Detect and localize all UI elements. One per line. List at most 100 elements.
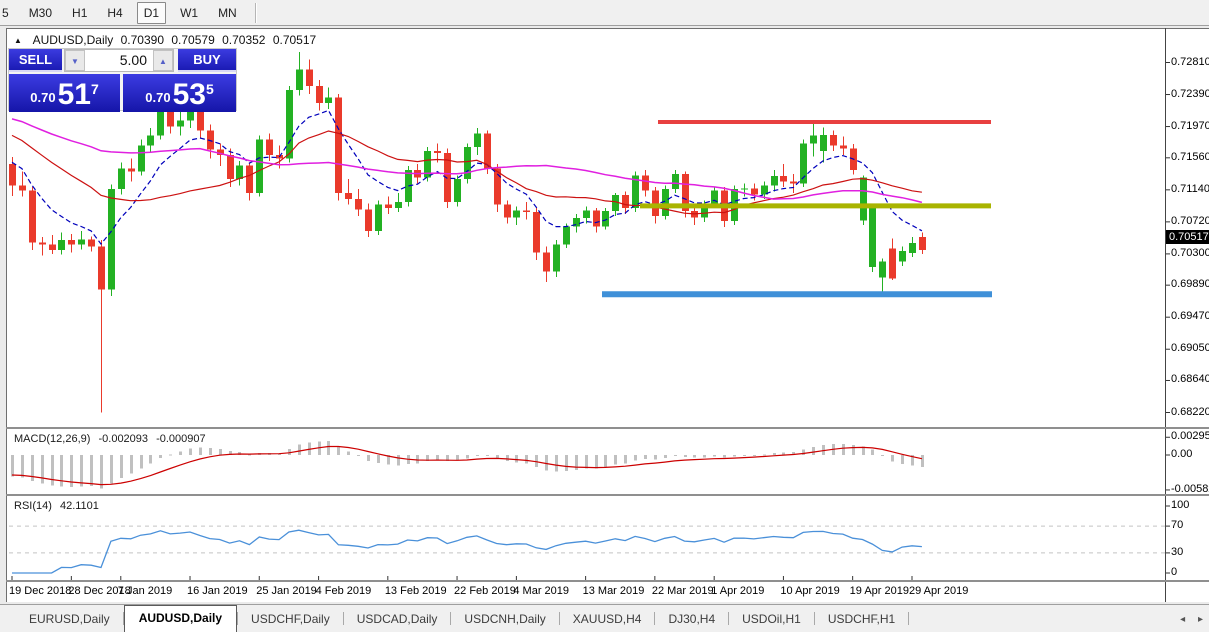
buy-price-sup: 5 <box>206 81 214 97</box>
macd-bar <box>80 455 83 486</box>
rsi-axis-label: 30 <box>1171 546 1183 558</box>
price-axis-label: 0.69470 <box>1171 310 1209 322</box>
candle-body <box>889 249 896 279</box>
candle-body <box>454 179 461 202</box>
macd-bar <box>436 455 439 459</box>
macd-bar <box>585 455 588 469</box>
macd-bar <box>654 455 657 460</box>
time-axis-label: 10 Apr 2019 <box>780 585 839 597</box>
macd-bar <box>535 455 538 467</box>
macd-bar <box>852 445 855 455</box>
chart-title: ▲ AUDUSD,Daily 0.70390 0.70579 0.70352 0… <box>14 33 320 47</box>
candle-body <box>879 262 886 278</box>
macd-bar <box>120 455 123 478</box>
candle-body <box>335 98 342 193</box>
candle-body <box>810 136 817 144</box>
price-axis-label: 0.71140 <box>1171 183 1209 195</box>
buy-button[interactable]: BUY <box>178 49 236 72</box>
macd-bar <box>595 455 598 468</box>
candle-body <box>672 174 679 189</box>
rsi-panel-divider[interactable] <box>6 494 1209 496</box>
candle-body <box>899 251 906 262</box>
rsi-line[interactable] <box>12 530 922 573</box>
macd-panel-label: MACD(12,26,9) -0.002093 -0.000907 <box>14 433 211 445</box>
price-axis-label: 0.70300 <box>1171 247 1209 259</box>
chart-symbol-label: AUDUSD,Daily <box>33 33 114 47</box>
time-axis-label: 13 Mar 2019 <box>583 585 645 597</box>
macd-bar <box>565 455 568 471</box>
candle-body <box>583 210 590 218</box>
macd-bar <box>634 455 637 461</box>
macd-bar <box>337 447 340 455</box>
time-axis-label: 1 Apr 2019 <box>711 585 764 597</box>
candle-body <box>543 252 550 271</box>
window-menu-icon[interactable]: ▲ <box>14 36 22 45</box>
macd-bar <box>41 455 44 484</box>
ohlc-open: 0.70390 <box>121 33 164 47</box>
candle-body <box>78 239 85 244</box>
candle-body <box>49 245 56 250</box>
macd-name: MACD(12,26,9) <box>14 433 90 445</box>
volume-input[interactable]: 5.00 <box>85 50 153 71</box>
ohlc-high: 0.70579 <box>171 33 214 47</box>
macd-bar <box>525 455 528 464</box>
macd-bar <box>763 454 766 455</box>
macd-bar <box>169 454 172 455</box>
macd-bar <box>466 455 469 458</box>
candle-body <box>108 189 115 290</box>
macd-bar <box>506 455 509 461</box>
candle-body <box>266 140 273 155</box>
candle-body <box>840 146 847 149</box>
macd-bar <box>476 455 479 456</box>
price-axis-label: 0.72810 <box>1171 56 1209 68</box>
candle-body <box>602 211 609 226</box>
candle-body <box>197 111 204 130</box>
candle-body <box>157 109 164 136</box>
macd-value-signal: -0.000907 <box>156 433 206 445</box>
macd-bar <box>674 455 677 456</box>
rsi-value: 42.1101 <box>60 500 99 512</box>
candle-body <box>642 175 649 190</box>
macd-bar <box>891 455 894 461</box>
macd-bar <box>416 455 419 463</box>
candle-body <box>474 133 481 147</box>
macd-bar <box>575 455 578 470</box>
volume-increase-icon[interactable]: ▲ <box>153 50 173 71</box>
candle-body <box>19 185 26 190</box>
macd-panel-divider[interactable] <box>6 427 1209 429</box>
time-axis-divider <box>6 580 1209 582</box>
macd-bar <box>100 455 103 488</box>
candle-body <box>138 146 145 172</box>
candle-body <box>316 86 323 103</box>
candle-body <box>820 135 827 151</box>
time-axis-label: 7 Jan 2019 <box>118 585 172 597</box>
macd-bar <box>298 445 301 455</box>
macd-bar <box>901 455 904 464</box>
macd-bar <box>624 455 627 464</box>
candle-body <box>355 199 362 210</box>
rsi-axis-label: 70 <box>1171 519 1183 531</box>
macd-bar <box>140 455 143 468</box>
macd-bar <box>733 455 736 457</box>
time-axis-label: 29 Apr 2019 <box>909 585 968 597</box>
rsi-panel-label: RSI(14) 42.1101 <box>14 500 104 512</box>
macd-bar <box>921 455 924 467</box>
candle-body <box>177 120 184 126</box>
macd-bar <box>614 455 617 465</box>
sell-price-prefix: 0.70 <box>30 87 55 109</box>
rsi-name: RSI(14) <box>14 500 52 512</box>
macd-bar <box>812 447 815 455</box>
macd-bar <box>377 455 380 463</box>
price-axis-label: 0.72390 <box>1171 88 1209 100</box>
candle-body <box>39 242 46 244</box>
volume-decrease-icon[interactable]: ▼ <box>65 50 85 71</box>
sell-price-button[interactable]: 0.70 51 7 <box>9 74 120 112</box>
candle-body <box>385 204 392 208</box>
macd-bar <box>149 455 152 463</box>
time-axis-label: 22 Mar 2019 <box>652 585 714 597</box>
sell-button[interactable]: SELL <box>9 49 62 72</box>
buy-price-button[interactable]: 0.70 53 5 <box>123 74 236 112</box>
macd-bar <box>21 455 24 477</box>
macd-bar <box>693 455 696 458</box>
candle-body <box>771 176 778 185</box>
